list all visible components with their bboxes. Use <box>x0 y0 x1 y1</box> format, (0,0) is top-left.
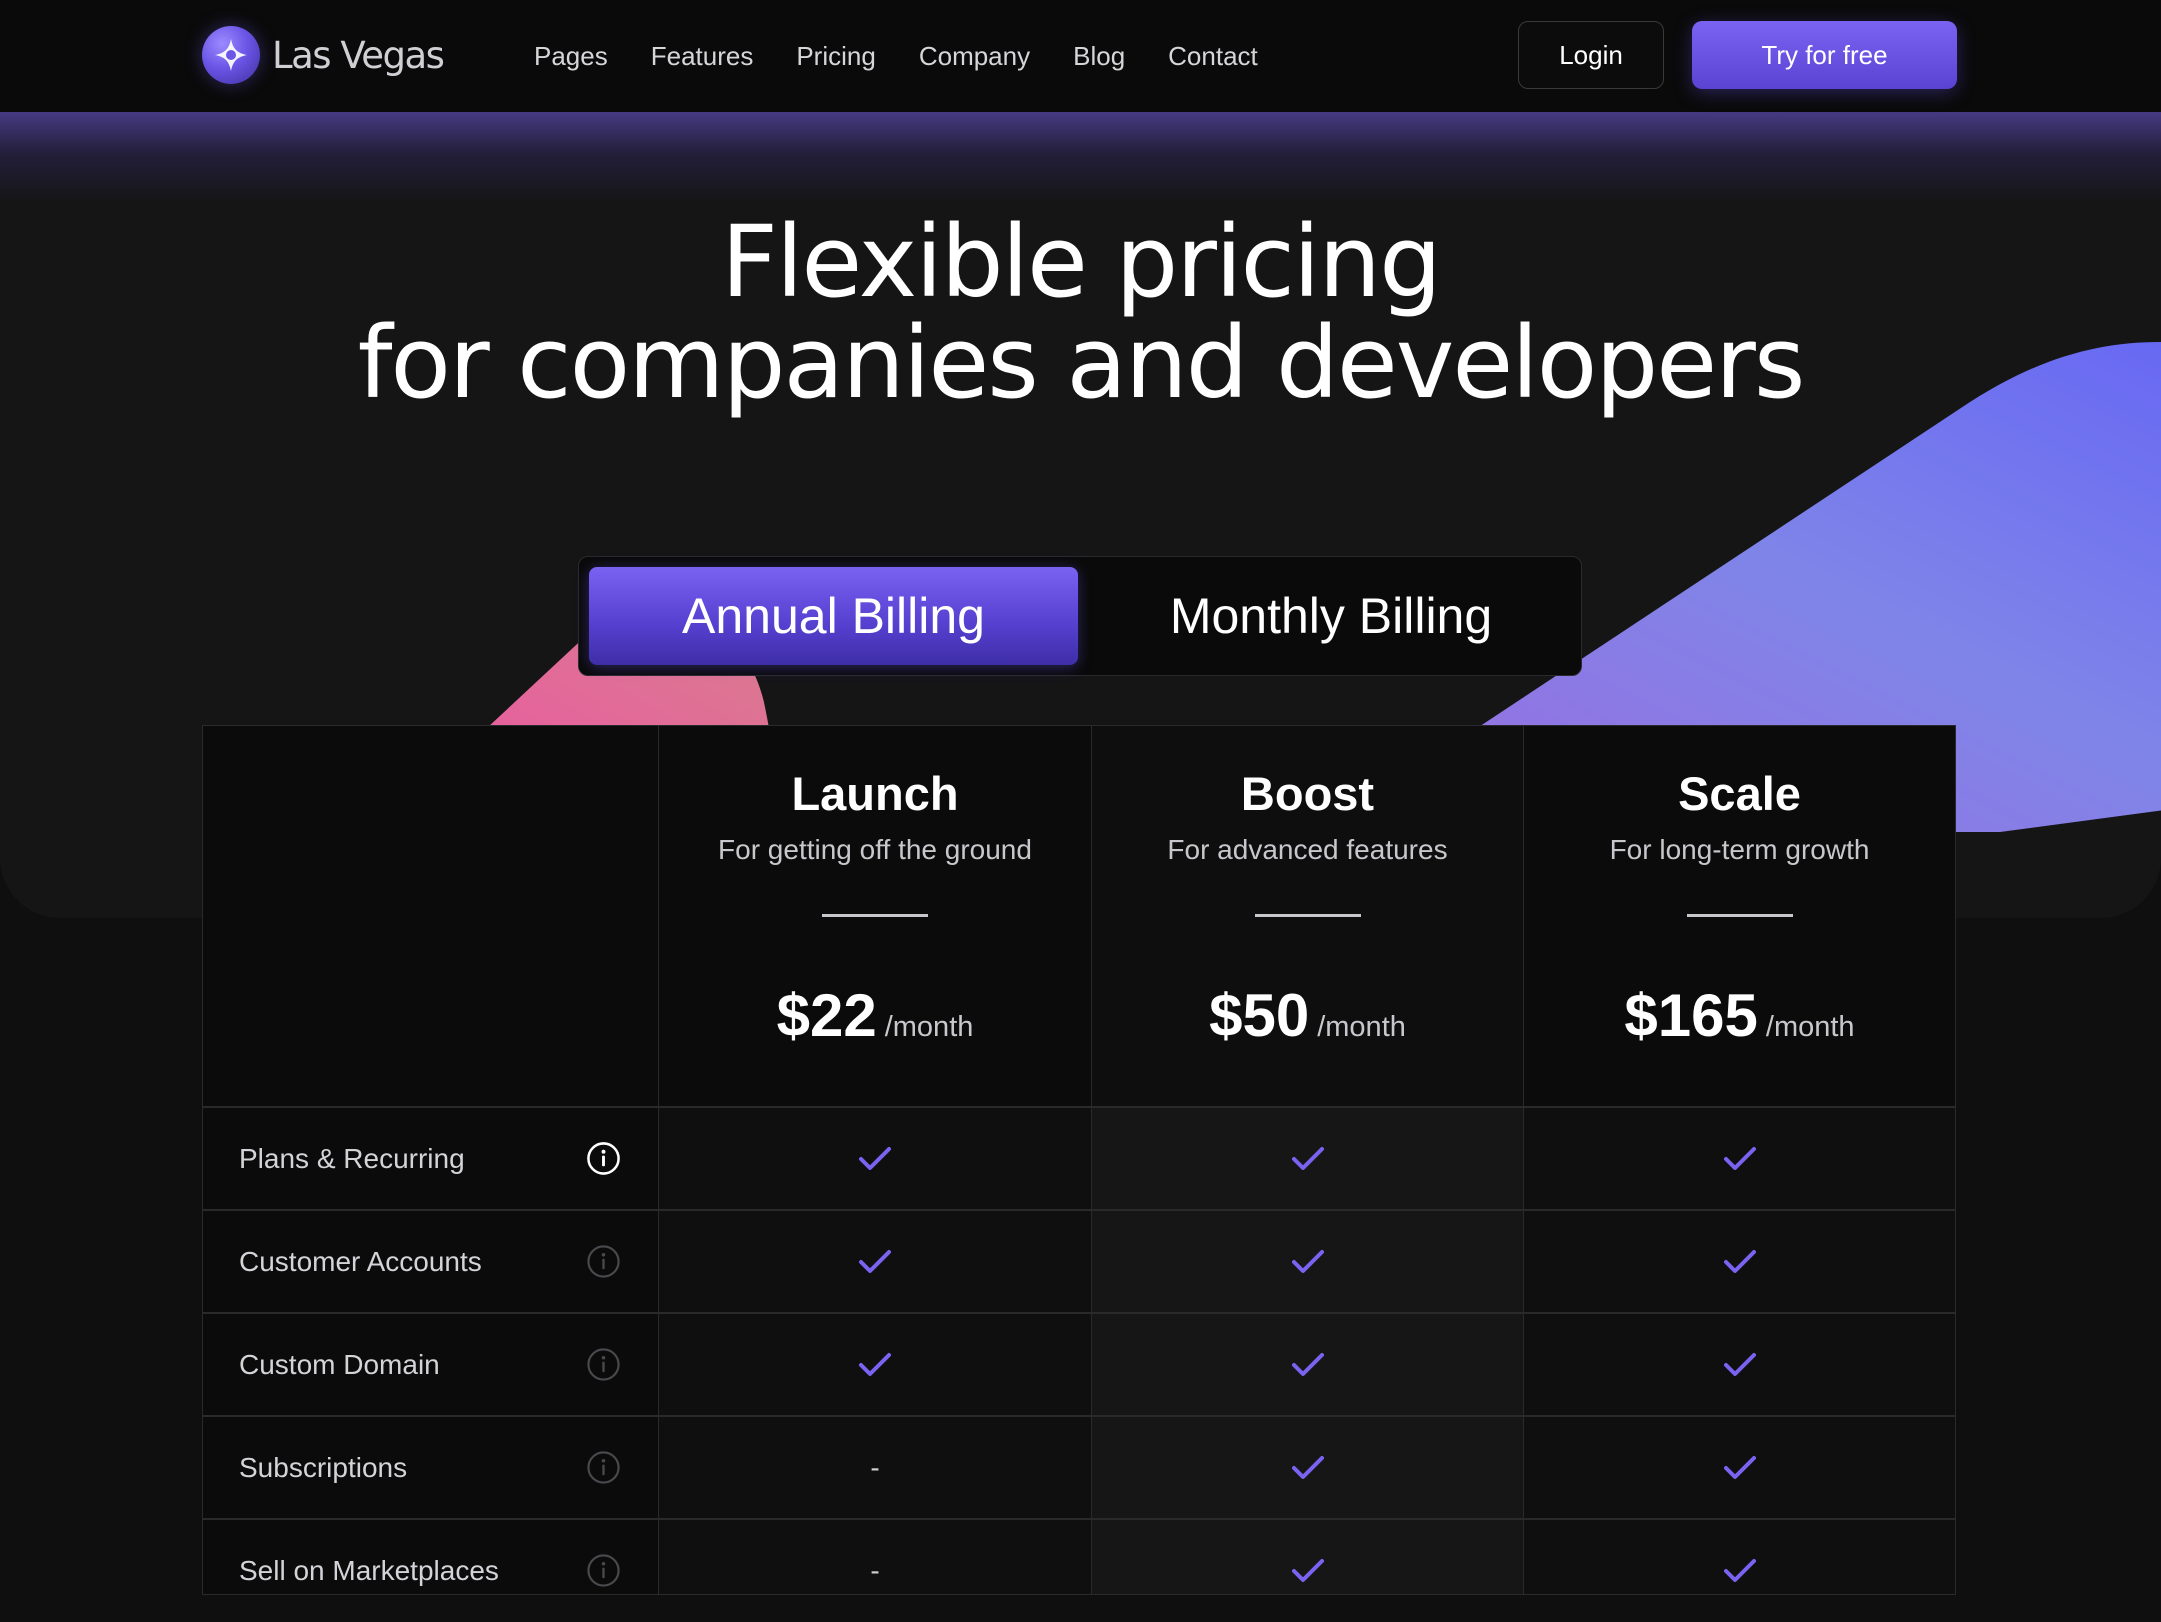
info-icon[interactable] <box>586 1141 621 1176</box>
price-period: /month <box>1765 1011 1855 1043</box>
plan-column-scale: Scale For long-term growth $165/month <box>1524 725 1956 1595</box>
check-icon <box>859 1249 891 1273</box>
check-icon <box>1723 1249 1756 1273</box>
feature-cell <box>1524 1519 1955 1622</box>
feature-cell <box>1092 1107 1523 1210</box>
feature-cell <box>659 1210 1091 1313</box>
feature-row: Custom Domain <box>203 1313 660 1416</box>
hero-glow <box>0 112 2161 202</box>
feature-cell: - <box>659 1416 1091 1519</box>
info-icon[interactable] <box>586 1347 621 1382</box>
plan-header: Scale For long-term growth $165/month <box>1524 726 1955 1106</box>
feature-row: Subscriptions <box>203 1416 660 1519</box>
check-icon <box>1291 1352 1324 1376</box>
feature-row: Plans & Recurring <box>203 1107 660 1210</box>
plan-divider <box>1686 914 1793 917</box>
feature-cell <box>1524 1313 1955 1416</box>
nav-link-features[interactable]: Features <box>651 41 754 72</box>
nav-link-blog[interactable]: Blog <box>1073 41 1125 72</box>
plan-column-boost: Boost For advanced features $50/month <box>1092 725 1524 1595</box>
price-amount: $50 <box>1209 982 1310 1049</box>
pricing-table: Plans & Recurring Customer Accounts Cust… <box>202 725 1956 1595</box>
price-period: /month <box>884 1011 974 1043</box>
feature-label: Subscriptions <box>239 1451 408 1483</box>
nav-links: Pages Features Pricing Company Blog Cont… <box>534 0 1301 112</box>
plan-description: For getting off the ground <box>718 834 1032 865</box>
annual-billing-tab[interactable]: Annual Billing <box>589 567 1078 665</box>
feature-label-column: Plans & Recurring Customer Accounts Cust… <box>202 725 659 1595</box>
feature-cell <box>1524 1107 1955 1210</box>
check-icon <box>1723 1455 1756 1479</box>
check-icon <box>1723 1146 1756 1170</box>
page-title-line-2: for companies and developers <box>357 306 1806 421</box>
price-amount: $165 <box>1624 982 1758 1049</box>
top-nav: Las Vegas Pages Features Pricing Company… <box>0 0 2161 112</box>
check-icon <box>1291 1146 1324 1170</box>
feature-label: Customer Accounts <box>239 1245 482 1277</box>
plan-divider <box>822 914 928 917</box>
plan-description: For long-term growth <box>1609 834 1870 865</box>
price-amount: $22 <box>776 982 877 1049</box>
plan-name: Boost <box>1240 767 1375 820</box>
sparkle-logo-icon <box>202 26 260 84</box>
login-button[interactable]: Login <box>1518 21 1664 89</box>
nav-link-contact[interactable]: Contact <box>1168 41 1258 72</box>
plan-column-launch: Launch For getting off the ground $22/mont… <box>659 725 1092 1595</box>
plan-name: Scale <box>1678 767 1801 820</box>
check-icon <box>1291 1249 1324 1273</box>
feature-row: Sell on Marketplaces <box>203 1519 660 1622</box>
plan-price: $22/month <box>659 981 1091 1050</box>
check-icon <box>859 1146 891 1170</box>
info-icon[interactable] <box>586 1450 621 1485</box>
nav-link-company[interactable]: Company <box>919 41 1030 72</box>
plan-header: Boost For advanced features $50/month <box>1092 726 1523 1106</box>
info-icon[interactable] <box>586 1553 621 1588</box>
nav-link-pages[interactable]: Pages <box>534 41 608 72</box>
feature-cell <box>659 1313 1091 1416</box>
info-icon[interactable] <box>586 1244 621 1279</box>
plan-header: Launch For getting off the ground $22/mont… <box>659 726 1091 1106</box>
plan-name: Launch <box>791 767 959 820</box>
brand-name: Las Vegas <box>272 33 445 77</box>
not-included-dash: - <box>870 1554 880 1586</box>
feature-cell <box>1524 1210 1955 1313</box>
feature-label: Sell on Marketplaces <box>239 1554 499 1586</box>
feature-row: Customer Accounts <box>203 1210 660 1313</box>
check-icon <box>1723 1352 1756 1376</box>
page-title: Flexible pricing for companies and devel… <box>0 212 2161 414</box>
plan-description: For advanced features <box>1167 834 1448 865</box>
monthly-billing-tab[interactable]: Monthly Billing <box>1089 567 1573 665</box>
feature-cell <box>1092 1313 1523 1416</box>
not-included-dash: - <box>870 1451 880 1483</box>
feature-cell <box>659 1107 1091 1210</box>
try-for-free-button[interactable]: Try for free <box>1692 21 1957 89</box>
check-icon <box>1291 1558 1324 1582</box>
feature-cell: - <box>659 1519 1091 1622</box>
check-icon <box>1291 1455 1324 1479</box>
feature-cell <box>1092 1210 1523 1313</box>
plan-divider <box>1254 914 1361 917</box>
plan-price: $50/month <box>1092 981 1523 1050</box>
feature-cell <box>1092 1519 1523 1622</box>
plan-price: $165/month <box>1524 981 1955 1050</box>
check-icon <box>859 1352 891 1376</box>
feature-label: Custom Domain <box>239 1348 440 1380</box>
price-period: /month <box>1317 1011 1406 1043</box>
billing-toggle: Annual Billing Monthly Billing <box>578 556 1582 676</box>
check-icon <box>1723 1558 1756 1582</box>
page-title-line-1: Flexible pricing <box>720 205 1442 320</box>
feature-label: Plans & Recurring <box>239 1142 465 1174</box>
feature-cell <box>1092 1416 1523 1519</box>
feature-cell <box>1524 1416 1955 1519</box>
nav-link-pricing[interactable]: Pricing <box>796 41 875 72</box>
brand-logo[interactable]: Las Vegas <box>202 24 445 86</box>
